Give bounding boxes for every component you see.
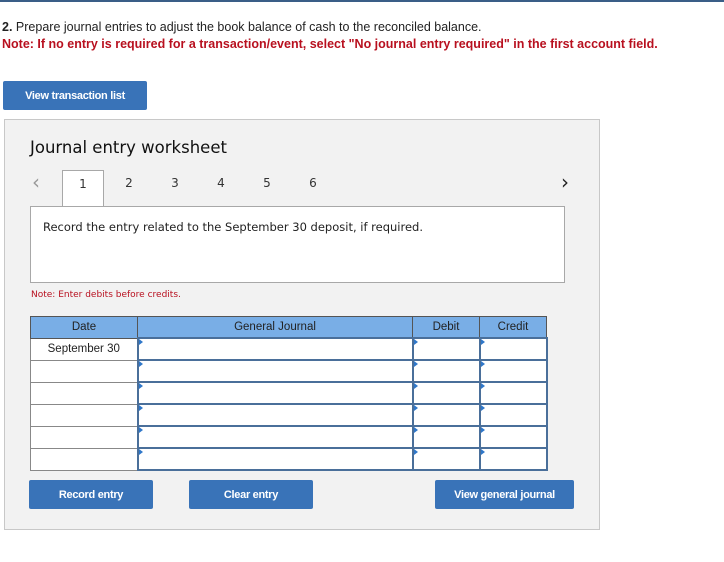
top-border [0, 0, 724, 2]
account-field[interactable] [136, 359, 414, 383]
account-field[interactable] [136, 425, 414, 449]
date-cell [30, 425, 138, 449]
entry-description-box: Record the entry related to the Septembe… [30, 206, 565, 283]
table-row [30, 403, 548, 427]
tab-5[interactable]: 5 [246, 170, 288, 206]
journal-table: Date General Journal Debit Credit Septem… [30, 316, 548, 471]
tab-2[interactable]: 2 [108, 170, 150, 206]
credit-field[interactable] [478, 403, 548, 427]
tab-3[interactable]: 3 [154, 170, 196, 206]
debit-field[interactable] [411, 425, 481, 449]
question-number: 2. [2, 20, 13, 34]
clear-entry-button[interactable]: Clear entry [189, 480, 313, 509]
worksheet-title: Journal entry worksheet [30, 138, 227, 157]
table-row [30, 447, 548, 471]
tab-4[interactable]: 4 [200, 170, 242, 206]
account-field[interactable] [136, 381, 414, 405]
question-body: Prepare journal entries to adjust the bo… [15, 20, 482, 34]
table-row [30, 381, 548, 405]
debit-field[interactable] [411, 337, 481, 361]
date-cell [30, 447, 138, 471]
debit-field[interactable] [411, 447, 481, 471]
debit-field[interactable] [411, 359, 481, 383]
date-cell [30, 359, 138, 383]
table-row [30, 425, 548, 449]
next-tab-icon[interactable]: › [561, 170, 569, 194]
instruction-note: Note: If no entry is required for a tran… [2, 37, 658, 51]
question-text: 2. Prepare journal entries to adjust the… [2, 20, 482, 34]
credit-field[interactable] [478, 381, 548, 405]
prev-tab-icon[interactable]: ‹ [32, 170, 40, 194]
account-field[interactable] [136, 403, 414, 427]
account-field[interactable] [136, 447, 414, 471]
view-general-journal-button[interactable]: View general journal [435, 480, 574, 509]
entry-description: Record the entry related to the Septembe… [43, 220, 424, 234]
record-entry-button[interactable]: Record entry [29, 480, 153, 509]
debit-field[interactable] [411, 403, 481, 427]
credit-field[interactable] [478, 337, 548, 361]
debit-note: Note: Enter debits before credits. [31, 290, 181, 300]
credit-field[interactable] [478, 447, 548, 471]
tab-6[interactable]: 6 [292, 170, 334, 206]
credit-field[interactable] [478, 425, 548, 449]
table-row [30, 359, 548, 383]
view-transaction-list-button[interactable]: View transaction list [3, 81, 147, 110]
header-general-journal: General Journal [137, 316, 413, 339]
date-cell [30, 381, 138, 405]
table-row: September 30 [30, 337, 548, 361]
date-cell: September 30 [30, 337, 138, 361]
tab-1[interactable]: 1 [62, 170, 104, 206]
journal-entry-worksheet-panel: Journal entry worksheet ‹ › 1 2 3 4 5 6 … [4, 119, 600, 530]
header-date: Date [30, 316, 138, 339]
debit-field[interactable] [411, 381, 481, 405]
account-field[interactable] [136, 337, 414, 361]
date-cell [30, 403, 138, 427]
header-credit: Credit [479, 316, 547, 339]
table-header-row: Date General Journal Debit Credit [30, 316, 547, 339]
header-debit: Debit [412, 316, 480, 339]
credit-field[interactable] [478, 359, 548, 383]
